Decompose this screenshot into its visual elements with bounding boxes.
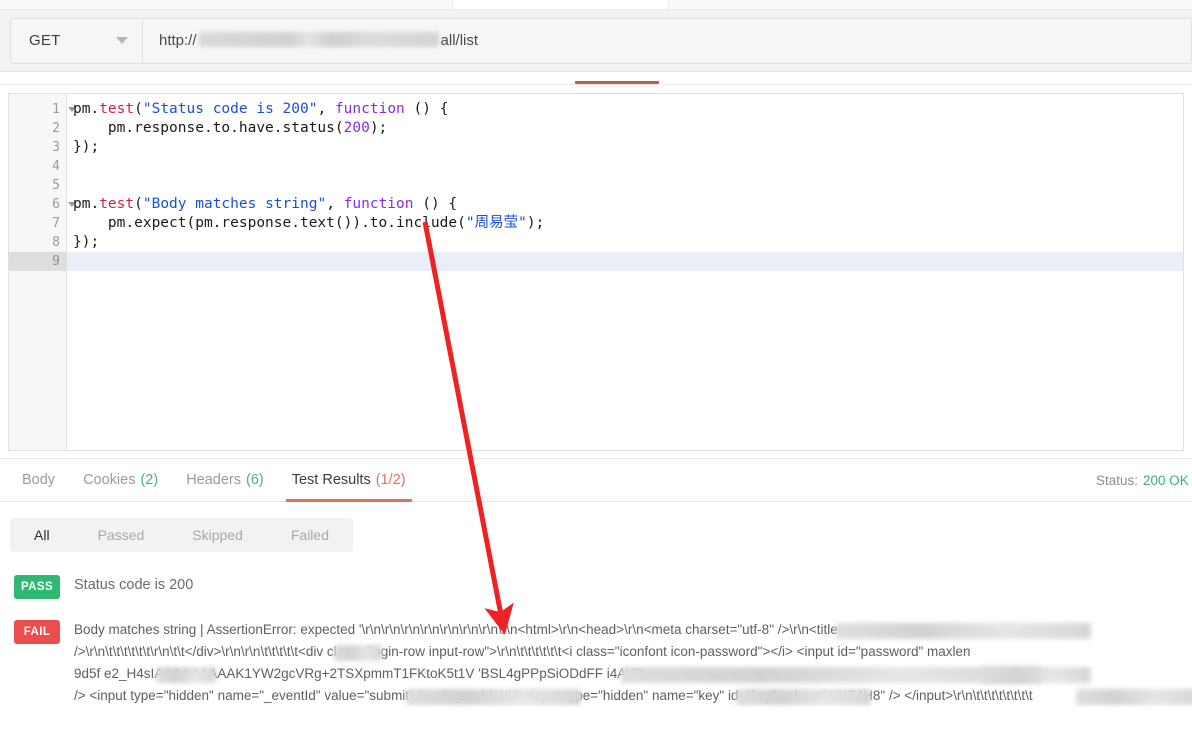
tab-label: Body [22,472,56,488]
editor-line-number: 7 [52,216,60,231]
redacted-region [1076,689,1192,705]
error-text: Body matches string | AssertionError: ex… [74,622,846,637]
test-result-filters: All Passed Skipped Failed [10,518,353,552]
editor-line-number: 5 [52,178,60,193]
code-token: ); [369,120,388,136]
editor-code-line: pm.expect(pm.response.text()).to.include… [67,214,1183,233]
code-token: () { [404,101,449,117]
url-prefix: http:// [159,32,197,49]
url-row: GET http:// all/list [10,17,1192,64]
code-token: test [99,101,135,117]
editor-code-line: }); [67,233,1183,252]
tab-test-results[interactable]: Test Results (1/2) [278,459,420,502]
redacted-region [156,667,216,683]
editor-code-line: pm.response.to.have.status(200); [67,119,1183,138]
redacted-region [334,645,382,661]
response-status: Status: 200 OK [1096,459,1192,501]
tab-label: Test Results [291,472,371,488]
code-token: ( [134,196,143,212]
code-token: pm.response.to.have.status( [73,120,344,136]
request-subtab-strip [0,72,1192,85]
code-token: pm. [73,196,100,212]
editor-line-number: 9 [9,252,66,271]
code-token: function [334,101,405,117]
editor-code-line: }); [67,138,1183,157]
tab-label: Headers [186,472,241,488]
http-method-select[interactable]: GET [11,18,143,63]
code-token: () { [413,196,458,212]
tab-body[interactable]: Body [8,459,69,501]
editor-line-number: 4 [52,159,60,174]
status-label: Status: [1096,472,1139,488]
redacted-region [621,667,1041,683]
tab-count: (2) [140,472,159,488]
code-token: }); [73,139,100,155]
filter-all[interactable]: All [10,518,74,552]
redacted-region [406,689,581,705]
test-error-detail: Body matches string | AssertionError: ex… [74,619,1192,707]
test-results-list: PASS Status code is 200 FAIL Body matches s… [0,574,1192,707]
filter-passed[interactable]: Passed [74,518,169,552]
request-tab[interactable] [452,0,669,10]
editor-line-number: 1 [9,100,76,119]
error-text: />\r\n\t\t\t\t\t\t\r\n\t\t</div>\r\n\r\n… [74,644,971,659]
code-token: ( [134,101,143,117]
code-token: function [343,196,414,212]
test-error-line: /> <input type="hidden" name="_eventId" … [74,685,1192,707]
response-tabs: Body Cookies (2) Headers (6) Test Results (1/2… [0,458,1192,502]
filter-skipped[interactable]: Skipped [168,518,267,552]
code-token: ); [526,215,545,231]
tab-tests-indicator [575,81,659,84]
code-token: "周易莹" [465,215,527,231]
code-token: "Status code is 200" [142,101,318,117]
code-token: test [99,196,135,212]
tab-strip-edge [0,0,1192,10]
status-badge: FAIL [14,620,60,644]
editor-code-line [67,157,1183,176]
url-suffix: all/list [440,32,479,49]
code-token: 200 [343,120,370,136]
editor-line-number: 8 [52,235,60,250]
test-result-row: PASS Status code is 200 [0,574,1192,599]
code-token: pm. [73,101,100,117]
tests-script-editor[interactable]: 1 2 3 4 5 6 7 8 9 pm.test("Status code is 200", … [8,93,1184,451]
tab-count: (1/2) [375,472,406,488]
url-input[interactable]: http:// all/list [143,19,1191,63]
tab-headers[interactable]: Headers (6) [172,459,278,501]
redacted-region [736,689,871,705]
redacted-region [836,623,1091,639]
code-token: pm.expect(pm.response.text()).to.include… [73,215,466,231]
tab-label: Cookies [83,472,136,488]
editor-line-number: 2 [52,121,60,136]
code-token: "Body matches string" [142,196,327,212]
test-error-line: />\r\n\t\t\t\t\t\t\r\n\t\t</div>\r\n\r\n… [74,641,1192,663]
tab-count: (6) [246,472,264,488]
tab-cookies[interactable]: Cookies (2) [69,459,172,501]
test-result-name: Status code is 200 [74,577,194,593]
redacted-region [981,667,1091,683]
code-token: }); [73,234,100,250]
editor-code-line: pm.test("Status code is 200", function (… [67,100,1183,119]
url-redacted-region [198,32,439,47]
request-bar: GET http:// all/list [0,10,1192,72]
filter-failed[interactable]: Failed [267,518,353,552]
test-result-row: FAIL Body matches string | AssertionError… [0,619,1192,707]
editor-code-line: pm.test("Body matches string", function … [67,195,1183,214]
editor-line-number: 6 [9,195,76,214]
editor-code-line [67,176,1183,195]
http-method-label: GET [29,32,61,49]
editor-line-number: 3 [52,140,60,155]
status-badge: PASS [14,575,60,599]
code-token: , [317,101,335,117]
status-value: 200 OK [1143,472,1189,488]
editor-code-area[interactable]: pm.test("Status code is 200", function (… [67,94,1183,450]
chevron-down-icon [116,37,128,44]
editor-gutter: 1 2 3 4 5 6 7 8 9 [9,94,76,450]
editor-code-line [67,252,1183,271]
code-token: , [326,196,344,212]
